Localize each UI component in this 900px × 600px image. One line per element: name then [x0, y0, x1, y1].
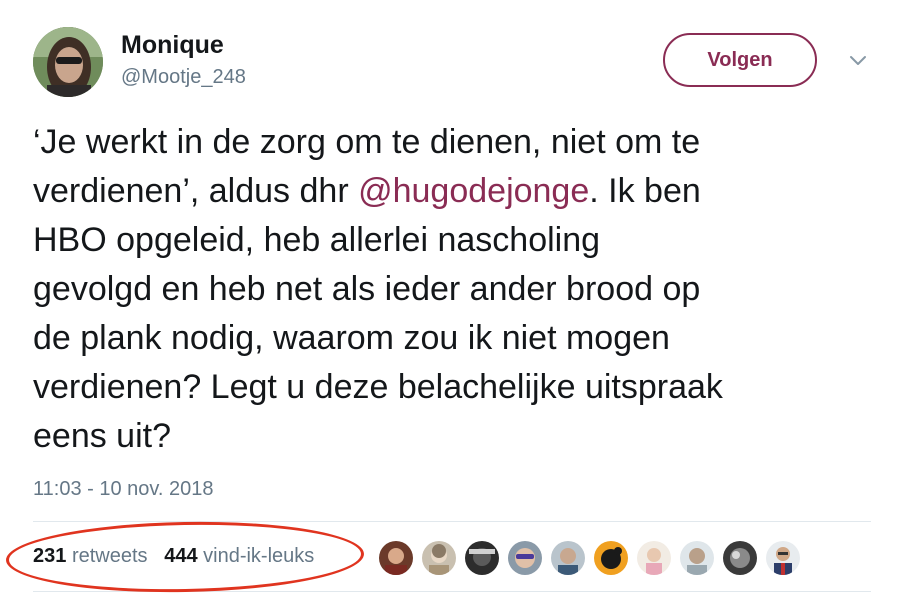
annotation-circle [5, 518, 365, 596]
liker-avatar[interactable] [463, 539, 501, 577]
avatar[interactable] [33, 27, 103, 97]
tweet-text-segment: . Ik ben [589, 172, 701, 210]
tweet-line: eens uit? [33, 417, 171, 455]
tweet-line: de plank nodig, waarom zou ik niet mogen [33, 319, 670, 357]
tweet-line: verdienen? Legt u deze belachelijke uits… [33, 368, 723, 406]
user-name[interactable]: Monique [121, 31, 224, 60]
tweet-line: ‘Je werkt in de zorg om te dienen, niet … [33, 123, 701, 161]
timestamp[interactable]: 11:03 - 10 nov. 2018 [33, 478, 214, 501]
liker-avatar[interactable] [635, 539, 673, 577]
liker-avatar[interactable] [678, 539, 716, 577]
avatar-photo [33, 27, 103, 97]
tweet-line: verdienen’, aldus dhr @hugodejonge. Ik b… [33, 167, 878, 216]
liker-avatars [377, 539, 807, 577]
follow-button[interactable]: Volgen [663, 33, 817, 87]
tweet-line: HBO opgeleid, heb allerlei nascholing [33, 221, 601, 259]
chevron-down-icon[interactable] [846, 50, 870, 70]
mention-link[interactable]: @hugodejonge [358, 172, 589, 210]
liker-avatar[interactable] [721, 539, 759, 577]
liker-avatar[interactable] [377, 539, 415, 577]
user-handle[interactable]: @Mootje_248 [121, 66, 246, 89]
liker-avatar[interactable] [420, 539, 458, 577]
liker-avatar[interactable] [549, 539, 587, 577]
tweet-text: ‘Je werkt in de zorg om te dienen, niet … [33, 118, 878, 461]
liker-avatar[interactable] [506, 539, 544, 577]
tweet-text-segment: verdienen’, aldus dhr [33, 172, 359, 210]
liker-avatar[interactable] [764, 539, 802, 577]
tweet-line: gevolgd en heb net als ieder ander brood… [33, 270, 701, 308]
liker-avatar[interactable] [592, 539, 630, 577]
